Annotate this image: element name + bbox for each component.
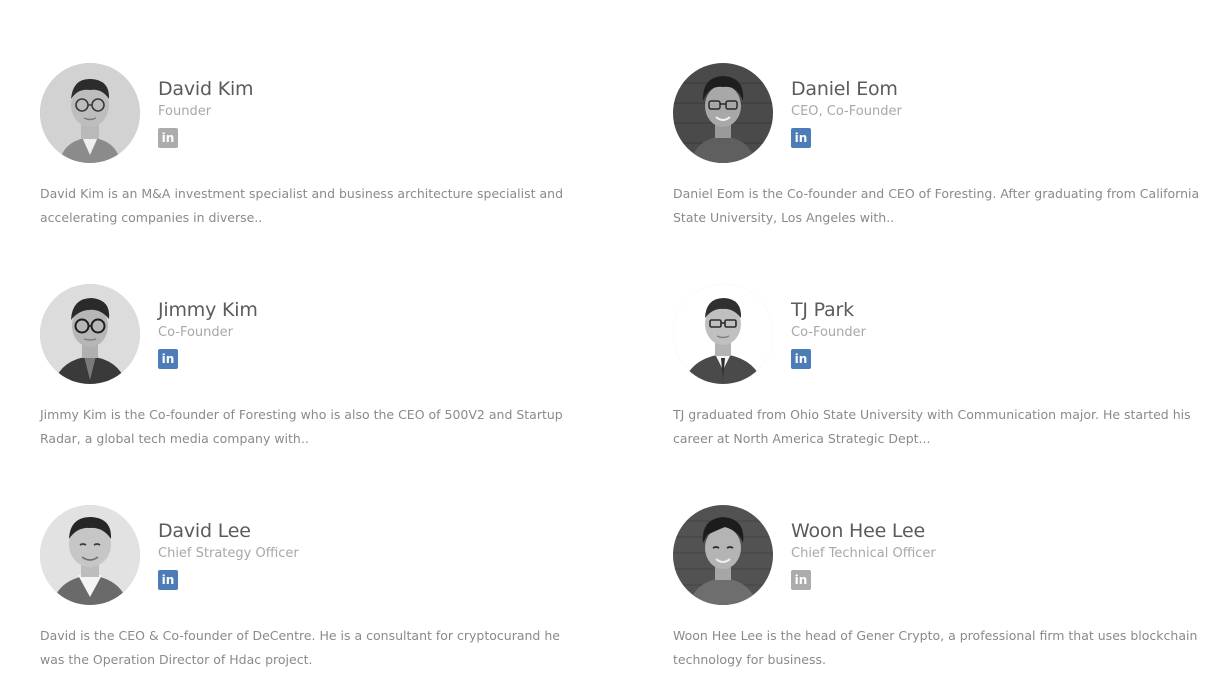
linkedin-icon[interactable]: in <box>158 570 178 590</box>
member-bio: Woon Hee Lee is the head of Gener Crypto… <box>673 628 1198 667</box>
team-grid: David Kim Founder in David Kim is an M&A… <box>0 0 1224 686</box>
member-bio: David Kim is an M&A investment specialis… <box>40 186 564 225</box>
member-bio: Jimmy Kim is the Co-founder of Foresting… <box>40 407 563 446</box>
member-role: Co-Founder <box>791 325 867 340</box>
avatar <box>673 505 773 605</box>
avatar <box>40 63 140 163</box>
avatar <box>673 63 773 163</box>
member-role: CEO, Co-Founder <box>791 104 902 119</box>
member-role: Co-Founder <box>158 325 234 340</box>
member-name: David Lee <box>158 520 251 542</box>
member-role: Founder <box>158 104 212 119</box>
member-name: Woon Hee Lee <box>791 520 925 542</box>
linkedin-icon[interactable]: in <box>158 128 178 148</box>
avatar <box>40 284 140 384</box>
member-name: TJ Park <box>791 299 854 321</box>
member-role: Chief Strategy Officer <box>158 546 299 561</box>
avatar <box>40 505 140 605</box>
member-bio: Daniel Eom is the Co-founder and CEO of … <box>673 186 1200 225</box>
linkedin-icon[interactable]: in <box>791 128 811 148</box>
linkedin-icon[interactable]: in <box>791 570 811 590</box>
member-name: Daniel Eom <box>791 78 898 100</box>
member-bio: TJ graduated from Ohio State University … <box>673 407 1191 446</box>
avatar <box>673 284 773 384</box>
linkedin-icon[interactable]: in <box>791 349 811 369</box>
member-bio: David is the CEO & Co-founder of DeCentr… <box>40 628 560 667</box>
member-name: Jimmy Kim <box>158 299 258 321</box>
linkedin-icon[interactable]: in <box>158 349 178 369</box>
member-name: David Kim <box>158 78 254 100</box>
member-role: Chief Technical Officer <box>791 546 936 561</box>
